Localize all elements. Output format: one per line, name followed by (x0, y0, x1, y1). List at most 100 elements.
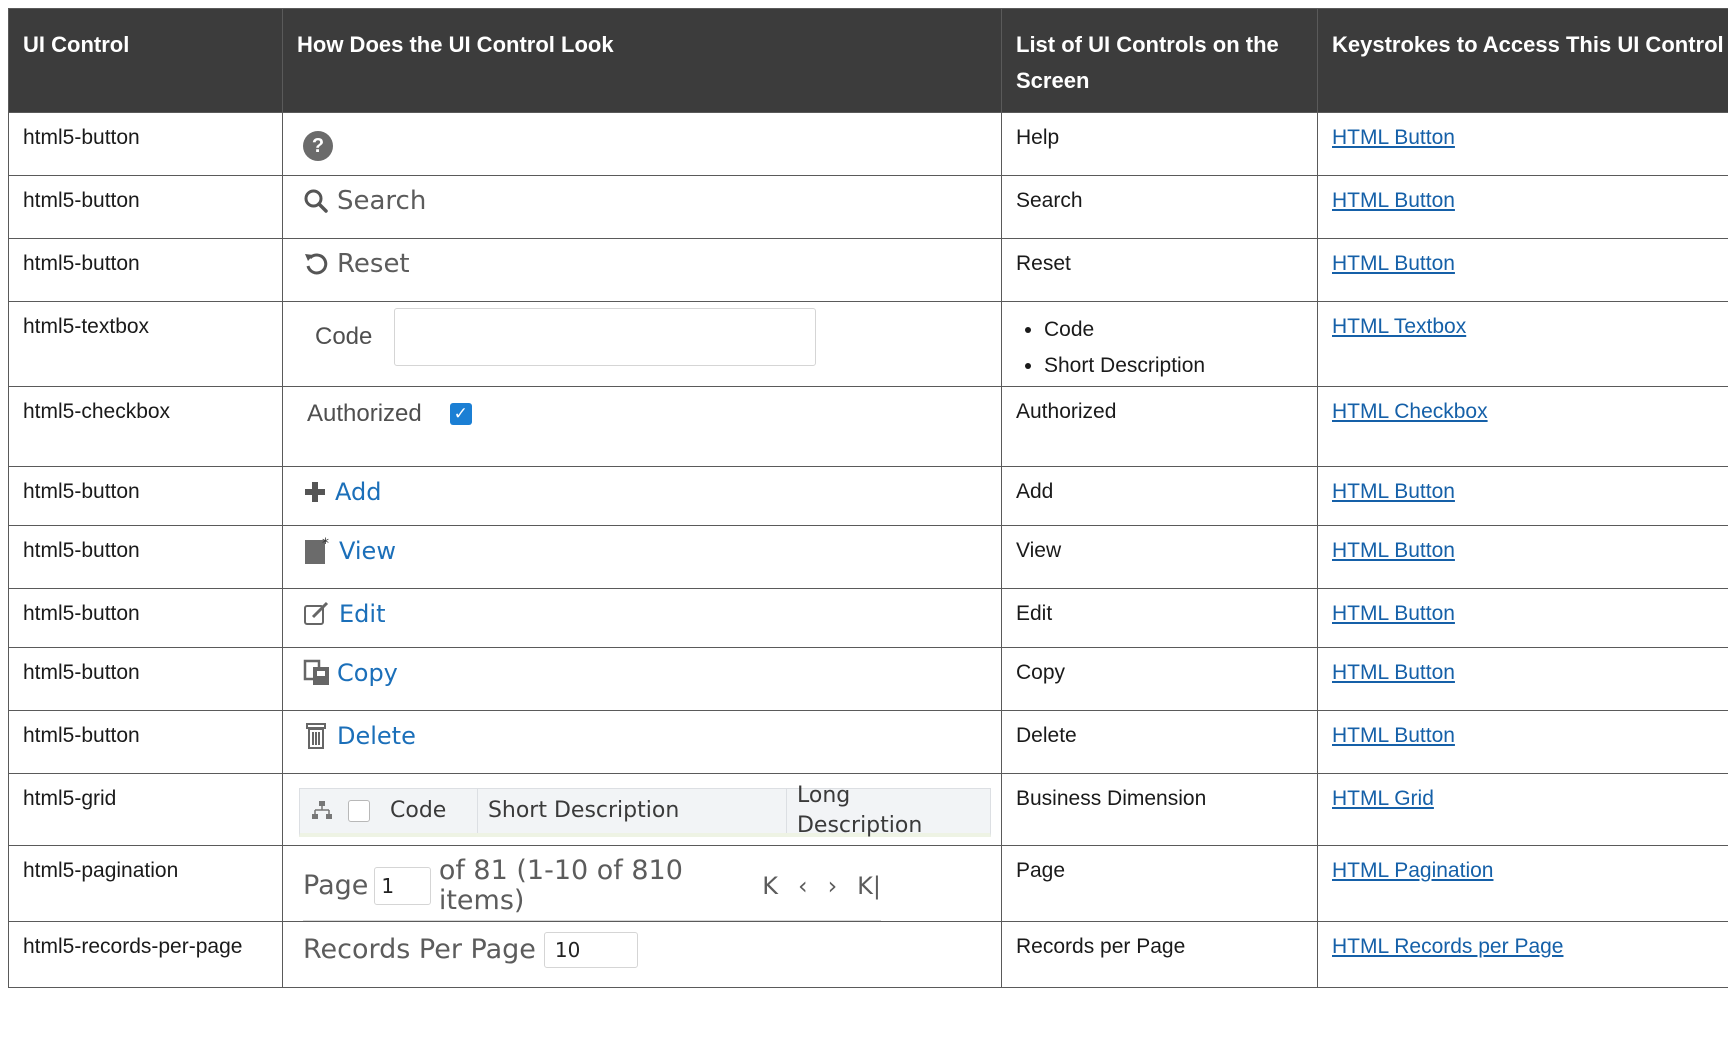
add-button[interactable]: Add (303, 477, 1001, 507)
table-row: html5-pagination Page 1 of 81 (1-10 of 8… (8, 845, 1728, 922)
look-cell: Page 1 of 81 (1-10 of 810 items) K ‹ › K… (282, 845, 1002, 922)
header-row: UI Control How Does the UI Control Look … (8, 8, 1728, 113)
look-cell: Delete (282, 710, 1002, 774)
keystrokes-cell: HTML Button (1317, 238, 1728, 302)
authorized-label: Authorized (307, 400, 422, 427)
controls-cell: Search (1001, 175, 1318, 239)
html-checkbox-link[interactable]: HTML Checkbox (1332, 400, 1488, 423)
page-label: Page (303, 870, 369, 901)
html-button-link[interactable]: HTML Button (1332, 126, 1455, 149)
keystrokes-cell: HTML Pagination (1317, 845, 1728, 922)
trash-icon (303, 722, 329, 750)
html-button-link[interactable]: HTML Button (1332, 189, 1455, 212)
view-button[interactable]: * View (303, 536, 1001, 566)
keystrokes-cell: HTML Button (1317, 466, 1728, 526)
html-button-link[interactable]: HTML Button (1332, 539, 1455, 562)
look-cell: * View (282, 525, 1002, 589)
code-field[interactable] (394, 308, 817, 366)
copy-button[interactable]: Copy (303, 658, 1001, 688)
controls-cell: Authorized (1001, 386, 1318, 467)
help-circle-icon[interactable]: ? (303, 131, 333, 161)
ui-control-cell: html5-pagination (8, 845, 283, 922)
edit-button[interactable]: Edit (303, 599, 1001, 629)
controls-list: Code Short Description (1002, 312, 1317, 384)
look-cell: Edit (282, 588, 1002, 648)
controls-cell: Copy (1001, 647, 1318, 711)
view-icon: * (303, 536, 331, 566)
html-button-link[interactable]: HTML Button (1332, 252, 1455, 275)
select-all-checkbox[interactable] (338, 789, 380, 833)
ui-control-cell: html5-button (8, 238, 283, 302)
table-row: html5-button Edit Edit HTML Button (8, 588, 1728, 648)
table-row: html5-checkbox Authorized ✓ Authorized H… (8, 386, 1728, 467)
next-page-icon[interactable]: › (828, 871, 838, 901)
look-cell: ? (282, 112, 1002, 176)
business-dimension-grid[interactable]: Code Short Description Long Description (299, 783, 991, 838)
first-page-icon[interactable]: K (762, 871, 778, 901)
grid-column-header[interactable]: Long Description (787, 783, 990, 838)
edit-icon (303, 601, 331, 627)
keystrokes-cell: HTML Button (1317, 588, 1728, 648)
table-row: html5-button Reset Reset HTML Button (8, 238, 1728, 302)
grid-column-header[interactable]: Code (380, 789, 478, 833)
html-grid-link[interactable]: HTML Grid (1332, 787, 1434, 810)
grid-column-header[interactable]: Short Description (478, 789, 787, 833)
reset-icon (303, 251, 329, 277)
table-row: html5-button Add Add HTML Button (8, 466, 1728, 526)
delete-label: Delete (337, 722, 416, 750)
search-button[interactable]: Search (303, 186, 1001, 216)
html-button-link[interactable]: HTML Button (1332, 602, 1455, 625)
authorized-checkbox[interactable]: ✓ (449, 403, 472, 425)
hierarchy-icon[interactable] (300, 789, 338, 833)
page-number-input[interactable]: 1 (374, 867, 431, 905)
keystrokes-cell: HTML Records per Page (1317, 921, 1728, 988)
html-pagination-link[interactable]: HTML Pagination (1332, 859, 1493, 882)
keystrokes-cell: HTML Button (1317, 710, 1728, 774)
table-row: html5-button ? Help HTML Button (8, 112, 1728, 176)
look-cell: Records Per Page 10 (282, 921, 1002, 988)
pagination: Page 1 of 81 (1-10 of 810 items) K ‹ › K… (303, 856, 881, 921)
controls-cell: Records per Page (1001, 921, 1318, 988)
table-row: html5-records-per-page Records Per Page … (8, 921, 1728, 988)
reset-label: Reset (337, 249, 410, 279)
controls-cell: Page (1001, 845, 1318, 922)
controls-cell: View (1001, 525, 1318, 589)
svg-text:*: * (322, 536, 329, 552)
html-textbox-link[interactable]: HTML Textbox (1332, 315, 1466, 338)
html-button-link[interactable]: HTML Button (1332, 480, 1455, 503)
ui-control-cell: html5-button (8, 112, 283, 176)
ui-control-cell: html5-grid (8, 773, 283, 846)
keystrokes-cell: HTML Textbox (1317, 301, 1728, 387)
records-per-page-input[interactable]: 10 (543, 932, 638, 968)
controls-cell: Business Dimension (1001, 773, 1318, 846)
last-page-icon[interactable]: K| (857, 871, 881, 901)
ui-control-cell: html5-records-per-page (8, 921, 283, 988)
look-cell: Search (282, 175, 1002, 239)
ui-control-cell: html5-button (8, 525, 283, 589)
page-info: of 81 (1-10 of 810 items) (438, 855, 683, 916)
html-button-link[interactable]: HTML Button (1332, 661, 1455, 684)
ui-control-cell: html5-button (8, 466, 283, 526)
ui-control-cell: html5-button (8, 175, 283, 239)
html-button-link[interactable]: HTML Button (1332, 724, 1455, 747)
ui-controls-table: UI Control How Does the UI Control Look … (8, 8, 1728, 988)
table-row: html5-grid Code Short Description Long D… (8, 773, 1728, 846)
html-records-per-page-link[interactable]: HTML Records per Page (1332, 935, 1563, 958)
look-cell: Copy (282, 647, 1002, 711)
search-icon (303, 188, 329, 214)
header-keystrokes: Keystrokes to Access This UI Control (1317, 8, 1728, 113)
code-field-label: Code (315, 323, 373, 350)
ui-control-cell: html5-button (8, 588, 283, 648)
look-cell: Add (282, 466, 1002, 526)
look-cell: Code (282, 301, 1002, 387)
reset-button[interactable]: Reset (303, 249, 1001, 279)
keystrokes-cell: HTML Button (1317, 525, 1728, 589)
controls-cell: Help (1001, 112, 1318, 176)
controls-cell: Code Short Description (1001, 301, 1318, 387)
previous-page-icon[interactable]: ‹ (798, 871, 808, 901)
records-per-page: Records Per Page 10 (303, 932, 1001, 968)
table-row: html5-button * View View HTML Button (8, 525, 1728, 589)
delete-button[interactable]: Delete (303, 721, 1001, 751)
look-cell: Authorized ✓ (282, 386, 1002, 467)
ui-control-cell: html5-textbox (8, 301, 283, 387)
